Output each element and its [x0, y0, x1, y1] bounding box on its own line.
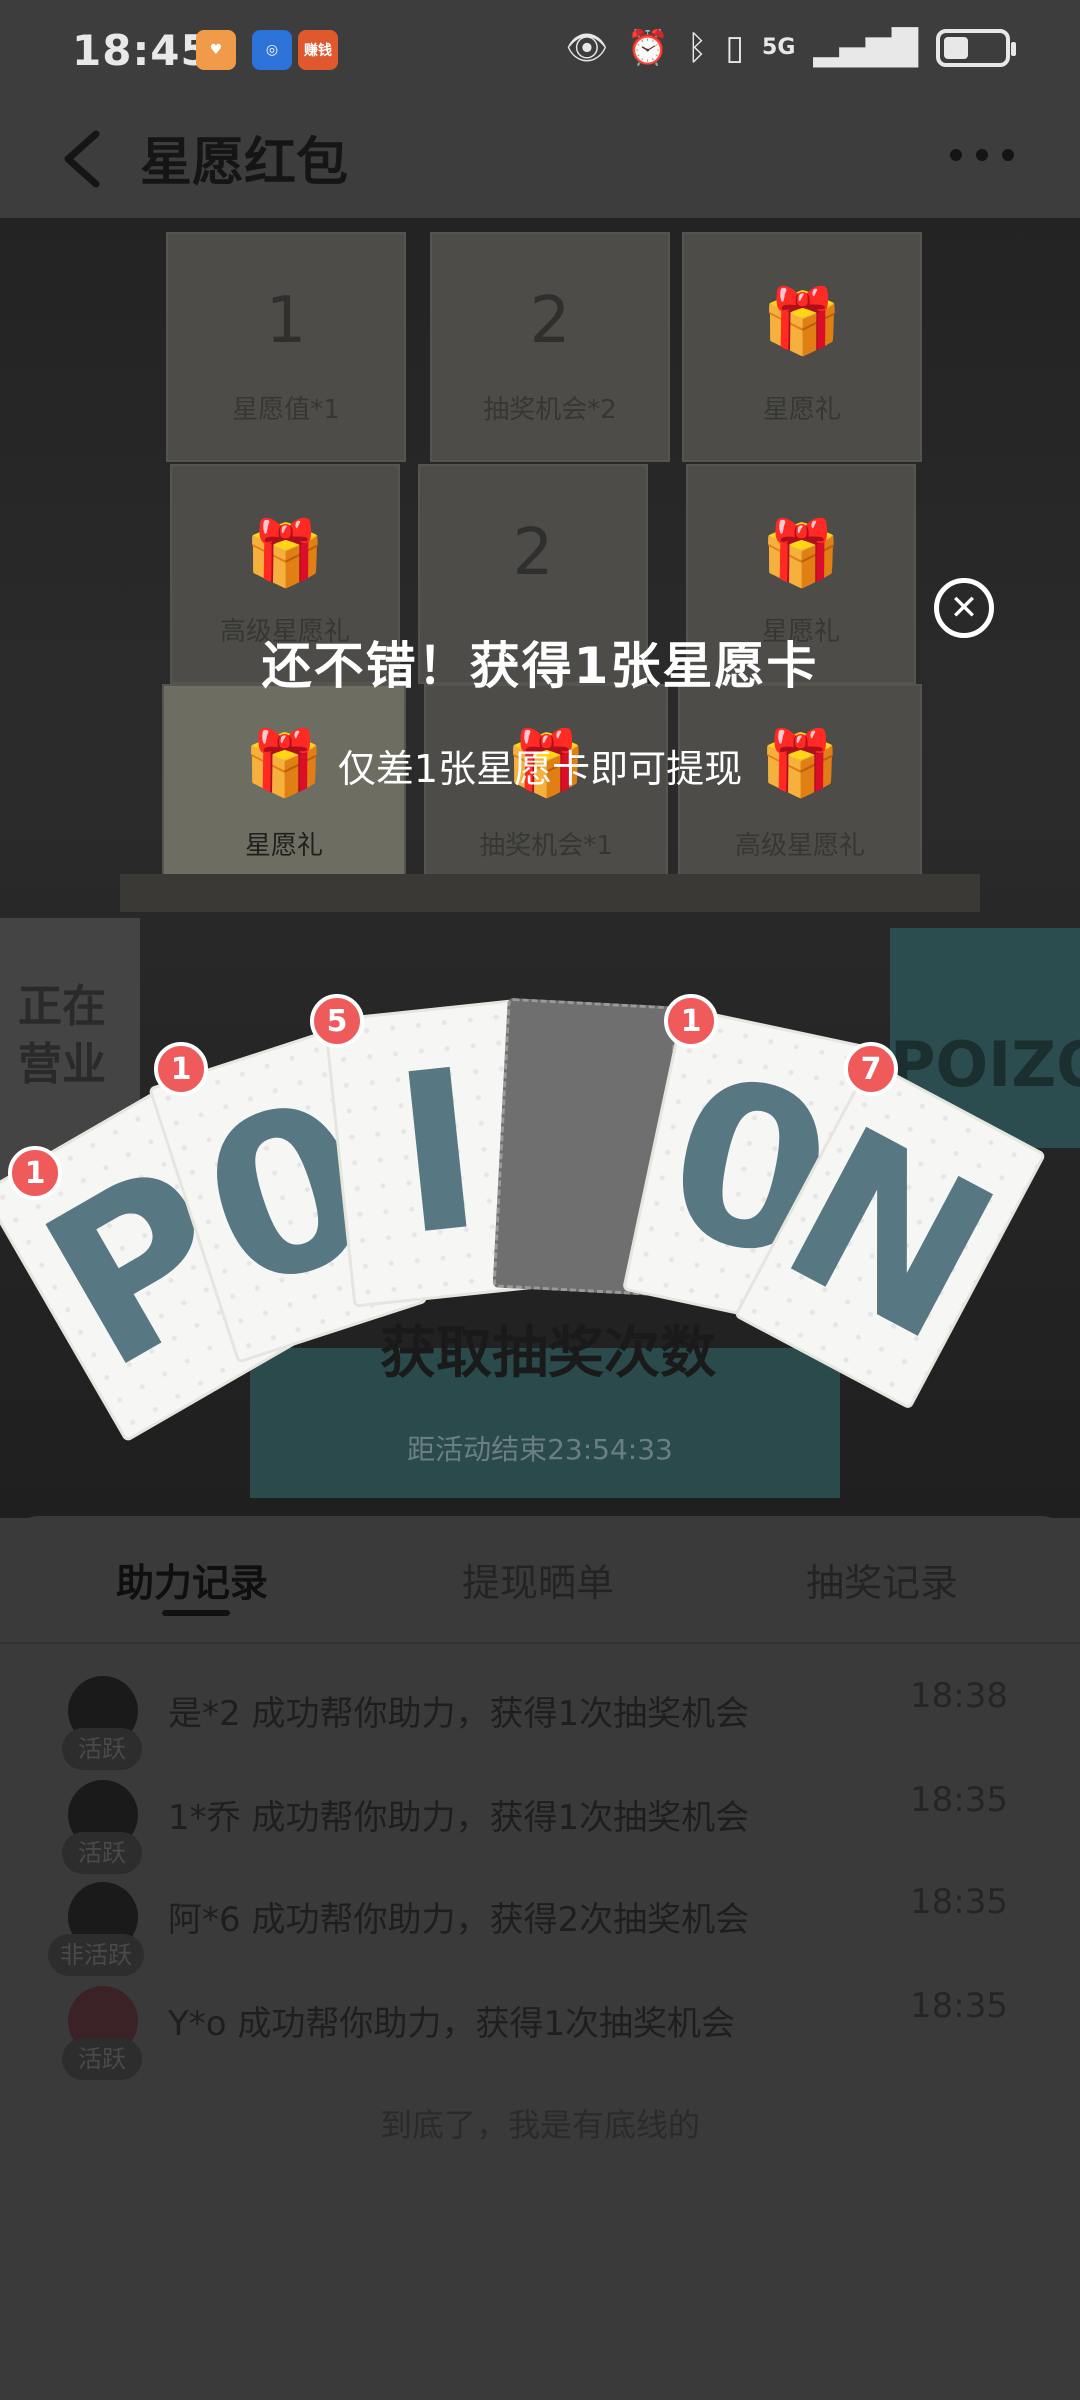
- popup-subtitle: 仅差1张星愿卡即可提现: [337, 747, 743, 791]
- tab-underline: [162, 1610, 230, 1616]
- network-label: 5G: [762, 35, 796, 60]
- record-time: 18:35: [910, 1986, 1008, 2026]
- record-text: 1*乔 成功帮你助力，获得1次抽奖机会: [168, 1798, 750, 1838]
- prize-box: 1 星愿值*1: [166, 232, 406, 462]
- record-text: 是*2 成功帮你助力，获得1次抽奖机会: [168, 1694, 750, 1734]
- status-badge: 非活跃: [48, 1934, 144, 1976]
- browser-app-icon: ◎: [252, 30, 292, 70]
- money-app-icon: 赚钱: [298, 30, 338, 70]
- status-bar: 18:45 ♥ ◎ 赚钱 👁 ⏰ ᛒ ▯ 5G ▂▄▆█: [0, 0, 1080, 100]
- gift-icon: 🎁: [761, 517, 841, 591]
- list-end-text: 到底了，我是有底线的: [379, 2106, 700, 2144]
- status-badge: 活跃: [62, 1728, 142, 1770]
- record-time: 18:35: [910, 1780, 1008, 1820]
- alarm-icon: ⏰: [626, 28, 669, 68]
- status-time: 18:45: [72, 26, 211, 75]
- record-text: Y*o 成功帮你助力，获得1次抽奖机会: [168, 2004, 736, 2044]
- back-icon[interactable]: [56, 124, 116, 194]
- battery-icon: [936, 29, 1016, 67]
- tab-lottery-records[interactable]: 抽奖记录: [806, 1552, 958, 1607]
- tab-help-records[interactable]: 助力记录: [116, 1552, 268, 1607]
- vibrate-icon: ▯: [725, 28, 745, 68]
- heart-app-icon: ♥: [196, 30, 236, 70]
- card-count-badge: 1: [664, 994, 718, 1048]
- records-sheet: 助力记录 提现晒单 抽奖记录 活跃 是*2 成功帮你助力，获得1次抽奖机会 18…: [0, 1516, 1080, 2400]
- prize-box: 🎁 星愿礼: [682, 232, 922, 462]
- tab-bar: 助力记录 提现晒单 抽奖记录: [0, 1552, 1080, 1632]
- star-badge-icon: 1: [265, 284, 307, 358]
- more-icon[interactable]: [950, 140, 1030, 170]
- signal-icon: ▂▄▆█: [813, 28, 918, 68]
- eye-icon: 👁: [565, 28, 609, 68]
- card-count-badge: 1: [154, 1042, 208, 1096]
- list-item: 活跃 Y*o 成功帮你助力，获得1次抽奖机会 18:35: [0, 1986, 1080, 2086]
- tab-withdraw-posts[interactable]: 提现晒单: [462, 1552, 614, 1607]
- list-item: 非活跃 阿*6 成功帮你助力，获得2次抽奖机会 18:35: [0, 1882, 1080, 1982]
- star-badge-icon: 2: [512, 516, 554, 590]
- card-count-badge: 5: [310, 994, 364, 1048]
- record-time: 18:35: [910, 1882, 1008, 1922]
- countdown-text: 距活动结束23:54:33: [407, 1433, 673, 1466]
- record-text: 阿*6 成功帮你助力，获得2次抽奖机会: [168, 1900, 750, 1940]
- bluetooth-icon: ᛒ: [686, 28, 708, 68]
- gift-icon: 🎁: [245, 517, 325, 591]
- status-indicators: 👁 ⏰ ᛒ ▯ 5G ▂▄▆█: [565, 28, 1016, 68]
- shelf: [120, 874, 980, 912]
- record-time: 18:38: [910, 1676, 1008, 1716]
- status-badge: 活跃: [62, 2038, 142, 2080]
- money-app-label: 赚钱: [304, 43, 332, 59]
- prize-box: 2 抽奖机会*2: [430, 232, 670, 462]
- card-count-badge: 7: [844, 1042, 898, 1096]
- get-chances-text: 获取抽奖次数: [380, 1321, 716, 1386]
- page-title: 星愿红包: [140, 133, 349, 193]
- card-count-badge: 1: [8, 1146, 62, 1200]
- divider: [0, 1642, 1080, 1644]
- ticket-icon: 2: [529, 284, 571, 358]
- gift-icon: 🎁: [762, 285, 842, 359]
- status-badge: 活跃: [62, 1832, 142, 1874]
- card-letter: I: [383, 1021, 493, 1285]
- nav-bar: 星愿红包: [0, 100, 1080, 218]
- popup-title: 还不错！获得1张星愿卡: [261, 637, 819, 695]
- list-item: 活跃 1*乔 成功帮你助力，获得1次抽奖机会 18:35: [0, 1780, 1080, 1880]
- list-item: 活跃 是*2 成功帮你助力，获得1次抽奖机会 18:38: [0, 1676, 1080, 1776]
